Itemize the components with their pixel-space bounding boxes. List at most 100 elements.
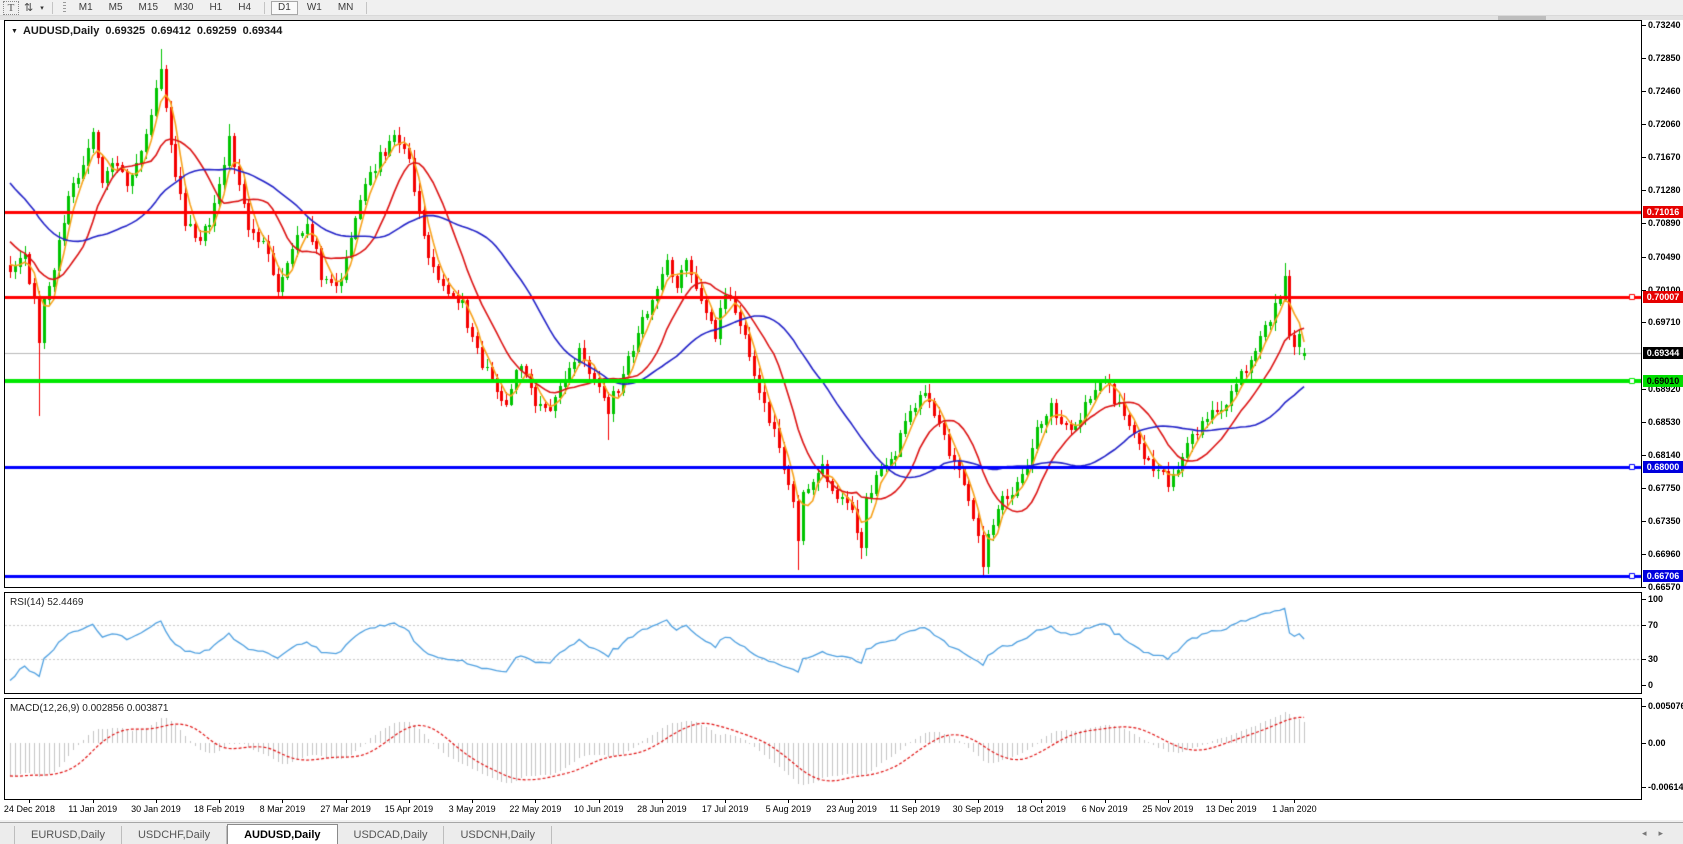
date-tick-label: 1 Jan 2020 <box>1272 804 1317 814</box>
price-tick-label: 0.72850 <box>1648 53 1681 63</box>
date-tick-mark <box>1041 800 1042 803</box>
date-tick-label: 15 Apr 2019 <box>385 804 434 814</box>
price-tick-mark <box>1642 58 1646 59</box>
rsi-tick-label: 100 <box>1648 594 1663 604</box>
price-tick-label: 0.68140 <box>1648 450 1681 460</box>
date-tick-mark <box>1294 800 1295 803</box>
price-tick-mark <box>1642 257 1646 258</box>
date-tick-mark <box>725 800 726 803</box>
candlestick-canvas[interactable] <box>5 21 1641 587</box>
date-tick-mark <box>1231 800 1232 803</box>
date-axis[interactable]: 24 Dec 201811 Jan 201930 Jan 201918 Feb … <box>4 800 1642 818</box>
date-tick-mark <box>409 800 410 803</box>
price-tick-mark <box>1642 587 1646 588</box>
rsi-tick-label: 0 <box>1648 680 1653 690</box>
toolbar-grip-handle[interactable] <box>63 2 66 14</box>
date-tick-mark <box>788 800 789 803</box>
rsi-tick-mark <box>1642 685 1646 686</box>
tab-scroll-right-icon[interactable]: ▸ <box>1658 828 1663 839</box>
macd-canvas[interactable] <box>5 699 1641 799</box>
price-tick-mark <box>1642 322 1646 323</box>
date-tick-mark <box>282 800 283 803</box>
price-tick-label: 0.72060 <box>1648 119 1681 129</box>
price-tick-mark <box>1642 25 1646 26</box>
ohlc-high: 0.69412 <box>151 25 191 37</box>
timeframe-button-h1[interactable]: H1 <box>202 1 229 15</box>
date-tick-mark <box>978 800 979 803</box>
price-tick-mark <box>1642 488 1646 489</box>
rsi-pane[interactable]: RSI(14) 52.4469 <box>4 592 1642 694</box>
rsi-tick-label: 30 <box>1648 654 1658 664</box>
price-tick-label: 0.68530 <box>1648 417 1681 427</box>
price-tick-mark <box>1642 521 1646 522</box>
date-tick-label: 23 Aug 2019 <box>826 804 877 814</box>
timeframe-button-m30[interactable]: M30 <box>167 1 200 15</box>
macd-tick-label: 0.00 <box>1648 738 1666 748</box>
toolbar-separator <box>52 2 53 14</box>
date-tick-label: 30 Sep 2019 <box>953 804 1004 814</box>
chart-title: ▼AUDUSD,Daily0.693250.694120.692590.6934… <box>11 25 282 37</box>
timeframe-button-m15[interactable]: M15 <box>132 1 165 15</box>
date-tick-label: 17 Jul 2019 <box>702 804 749 814</box>
text-tool-button[interactable]: T <box>3 1 19 15</box>
date-tick-label: 11 Sep 2019 <box>890 804 940 814</box>
date-tick-mark <box>1105 800 1106 803</box>
tab-usdcad-daily[interactable]: USDCAD,Daily <box>338 826 445 844</box>
toolbar-separator <box>366 2 367 14</box>
tool-dropdown-caret-icon[interactable]: ▾ <box>40 4 44 12</box>
date-tick-label: 24 Dec 2018 <box>4 804 55 814</box>
price-tick-mark <box>1642 554 1646 555</box>
arrows-tool-button[interactable]: ⇅ <box>21 1 36 15</box>
date-tick-label: 3 May 2019 <box>449 804 496 814</box>
price-tick-label: 0.66570 <box>1648 582 1681 592</box>
timeframe-toolbar: M1M5M15M30H1H4 D1W1MN <box>72 1 372 15</box>
date-tick-label: 11 Jan 2019 <box>68 804 117 814</box>
chart-tab-bar: EURUSD,DailyUSDCHF,DailyAUDUSD,DailyUSDC… <box>0 822 1683 844</box>
date-tick-label: 5 Aug 2019 <box>766 804 812 814</box>
mt4-window: T ⇅ ▾ M1M5M15M30H1H4 D1W1MN ▼ AUDUSD,Daily… <box>0 0 1683 844</box>
price-badge: 0.66706 <box>1643 570 1683 582</box>
timeframe-button-w1[interactable]: W1 <box>300 1 329 15</box>
date-tick-mark <box>535 800 536 803</box>
macd-label: MACD(12,26,9) 0.002856 0.003871 <box>10 703 168 714</box>
tab-usdchf-daily[interactable]: USDCHF,Daily <box>122 826 227 844</box>
price-axis[interactable]: 0.732400.728500.724600.720600.716700.712… <box>1642 20 1683 800</box>
toolbar-separator <box>264 2 265 14</box>
date-tick-mark <box>156 800 157 803</box>
macd-tick-label: -0.006148 <box>1648 782 1683 792</box>
tab-usdcnh-daily[interactable]: USDCNH,Daily <box>444 826 552 844</box>
price-pane[interactable]: ▼AUDUSD,Daily0.693250.694120.692590.6934… <box>4 20 1642 588</box>
date-tick-mark <box>662 800 663 803</box>
price-tick-label: 0.67350 <box>1648 516 1681 526</box>
date-tick-mark <box>1168 800 1169 803</box>
tab-audusd-daily[interactable]: AUDUSD,Daily <box>227 824 337 844</box>
timeframe-button-mn[interactable]: MN <box>331 1 361 15</box>
price-tick-label: 0.67750 <box>1648 483 1681 493</box>
top-toolbar: T ⇅ ▾ M1M5M15M30H1H4 D1W1MN <box>0 0 1683 16</box>
price-tick-mark <box>1642 157 1646 158</box>
price-tick-label: 0.73240 <box>1648 20 1681 30</box>
timeframe-button-d1[interactable]: D1 <box>271 1 298 15</box>
date-tick-label: 18 Oct 2019 <box>1017 804 1066 814</box>
price-tick-label: 0.70490 <box>1648 252 1681 262</box>
date-tick-mark <box>29 800 30 803</box>
timeframe-button-m1[interactable]: M1 <box>72 1 100 15</box>
macd-pane[interactable]: MACD(12,26,9) 0.002856 0.003871 <box>4 698 1642 800</box>
price-tick-mark <box>1642 223 1646 224</box>
tab-eurusd-daily[interactable]: EURUSD,Daily <box>14 826 122 844</box>
tab-scroll-left-icon[interactable]: ◂ <box>1642 828 1647 839</box>
price-badge: 0.71016 <box>1643 206 1683 218</box>
price-tick-label: 0.70890 <box>1648 218 1681 228</box>
collapse-caret-icon[interactable]: ▼ <box>11 28 18 35</box>
rsi-canvas[interactable] <box>5 593 1641 693</box>
date-tick-mark <box>852 800 853 803</box>
timeframe-button-m5[interactable]: M5 <box>102 1 130 15</box>
ohlc-open: 0.69325 <box>105 25 145 37</box>
date-tick-label: 18 Feb 2019 <box>194 804 245 814</box>
macd-tick-mark <box>1642 743 1646 744</box>
macd-tick-mark <box>1642 787 1646 788</box>
timeframe-button-h4[interactable]: H4 <box>231 1 258 15</box>
macd-tick-label: 0.005076 <box>1648 701 1683 711</box>
date-tick-label: 6 Nov 2019 <box>1082 804 1128 814</box>
rsi-tick-label: 70 <box>1648 620 1658 630</box>
